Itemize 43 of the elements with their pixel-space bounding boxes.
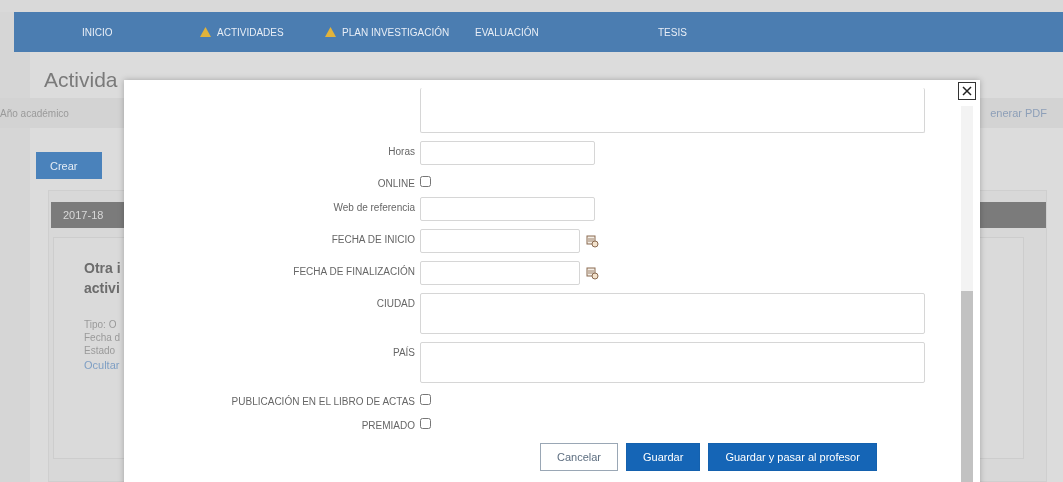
field-label: PAÍS: [392, 345, 415, 360]
calendar-icon[interactable]: [586, 234, 599, 248]
field-label: PREMIADO: [361, 419, 415, 431]
card-title: activi: [84, 279, 120, 298]
nav-link[interactable]: EVALUACIÓN: [475, 26, 658, 38]
scrollbar-thumb[interactable]: [961, 291, 973, 482]
date-field[interactable]: [420, 229, 580, 253]
text-area[interactable]: [420, 88, 925, 133]
field-label: CIUDAD: [376, 297, 415, 311]
close-icon: [962, 86, 972, 96]
save-button[interactable]: Guardar y pasar al profesor: [708, 443, 877, 471]
page-title: Activida: [44, 68, 118, 92]
card-title: Otra i: [84, 259, 121, 278]
nav-link[interactable]: ACTIVIDADES: [200, 26, 325, 38]
save-button[interactable]: Guardar: [626, 443, 701, 471]
field-label: FECHA DE FINALIZACIÓN: [293, 264, 415, 279]
nav-link[interactable]: PLAN INVESTIGACIÓN: [325, 26, 475, 38]
checkbox[interactable]: [420, 417, 431, 429]
field-label: Horas: [388, 145, 415, 159]
calendar-icon[interactable]: [586, 266, 599, 280]
input-field[interactable]: [420, 197, 595, 221]
text-area[interactable]: [420, 342, 925, 383]
field-label: PUBLICACIÓN EN EL LIBRO DE ACTAS: [231, 394, 415, 407]
input-field[interactable]: [420, 141, 595, 165]
card-detail: Tipo: O: [84, 318, 117, 331]
field-label: ONLINE: [377, 177, 415, 189]
hide-link[interactable]: Ocultar: [84, 359, 120, 371]
scrollbar[interactable]: [961, 106, 973, 482]
checkbox[interactable]: [420, 175, 431, 187]
card-detail: Estado: [84, 344, 116, 357]
nav-link[interactable]: TESIS: [658, 26, 841, 38]
create-button[interactable]: Crear: [36, 152, 102, 179]
field-label: FECHA DE INICIO: [331, 233, 415, 247]
field-label: Web de referencia: [333, 201, 415, 215]
date-field[interactable]: [420, 261, 580, 285]
cancel-button[interactable]: Cancelar: [540, 443, 619, 471]
checkbox[interactable]: [420, 393, 431, 405]
warning-icon: [200, 27, 211, 37]
card-detail: Fecha d: [84, 331, 121, 344]
text-area[interactable]: [420, 293, 925, 334]
close-button[interactable]: [958, 82, 976, 100]
nav-link[interactable]: INICIO: [82, 26, 200, 38]
warning-icon: [325, 27, 336, 37]
